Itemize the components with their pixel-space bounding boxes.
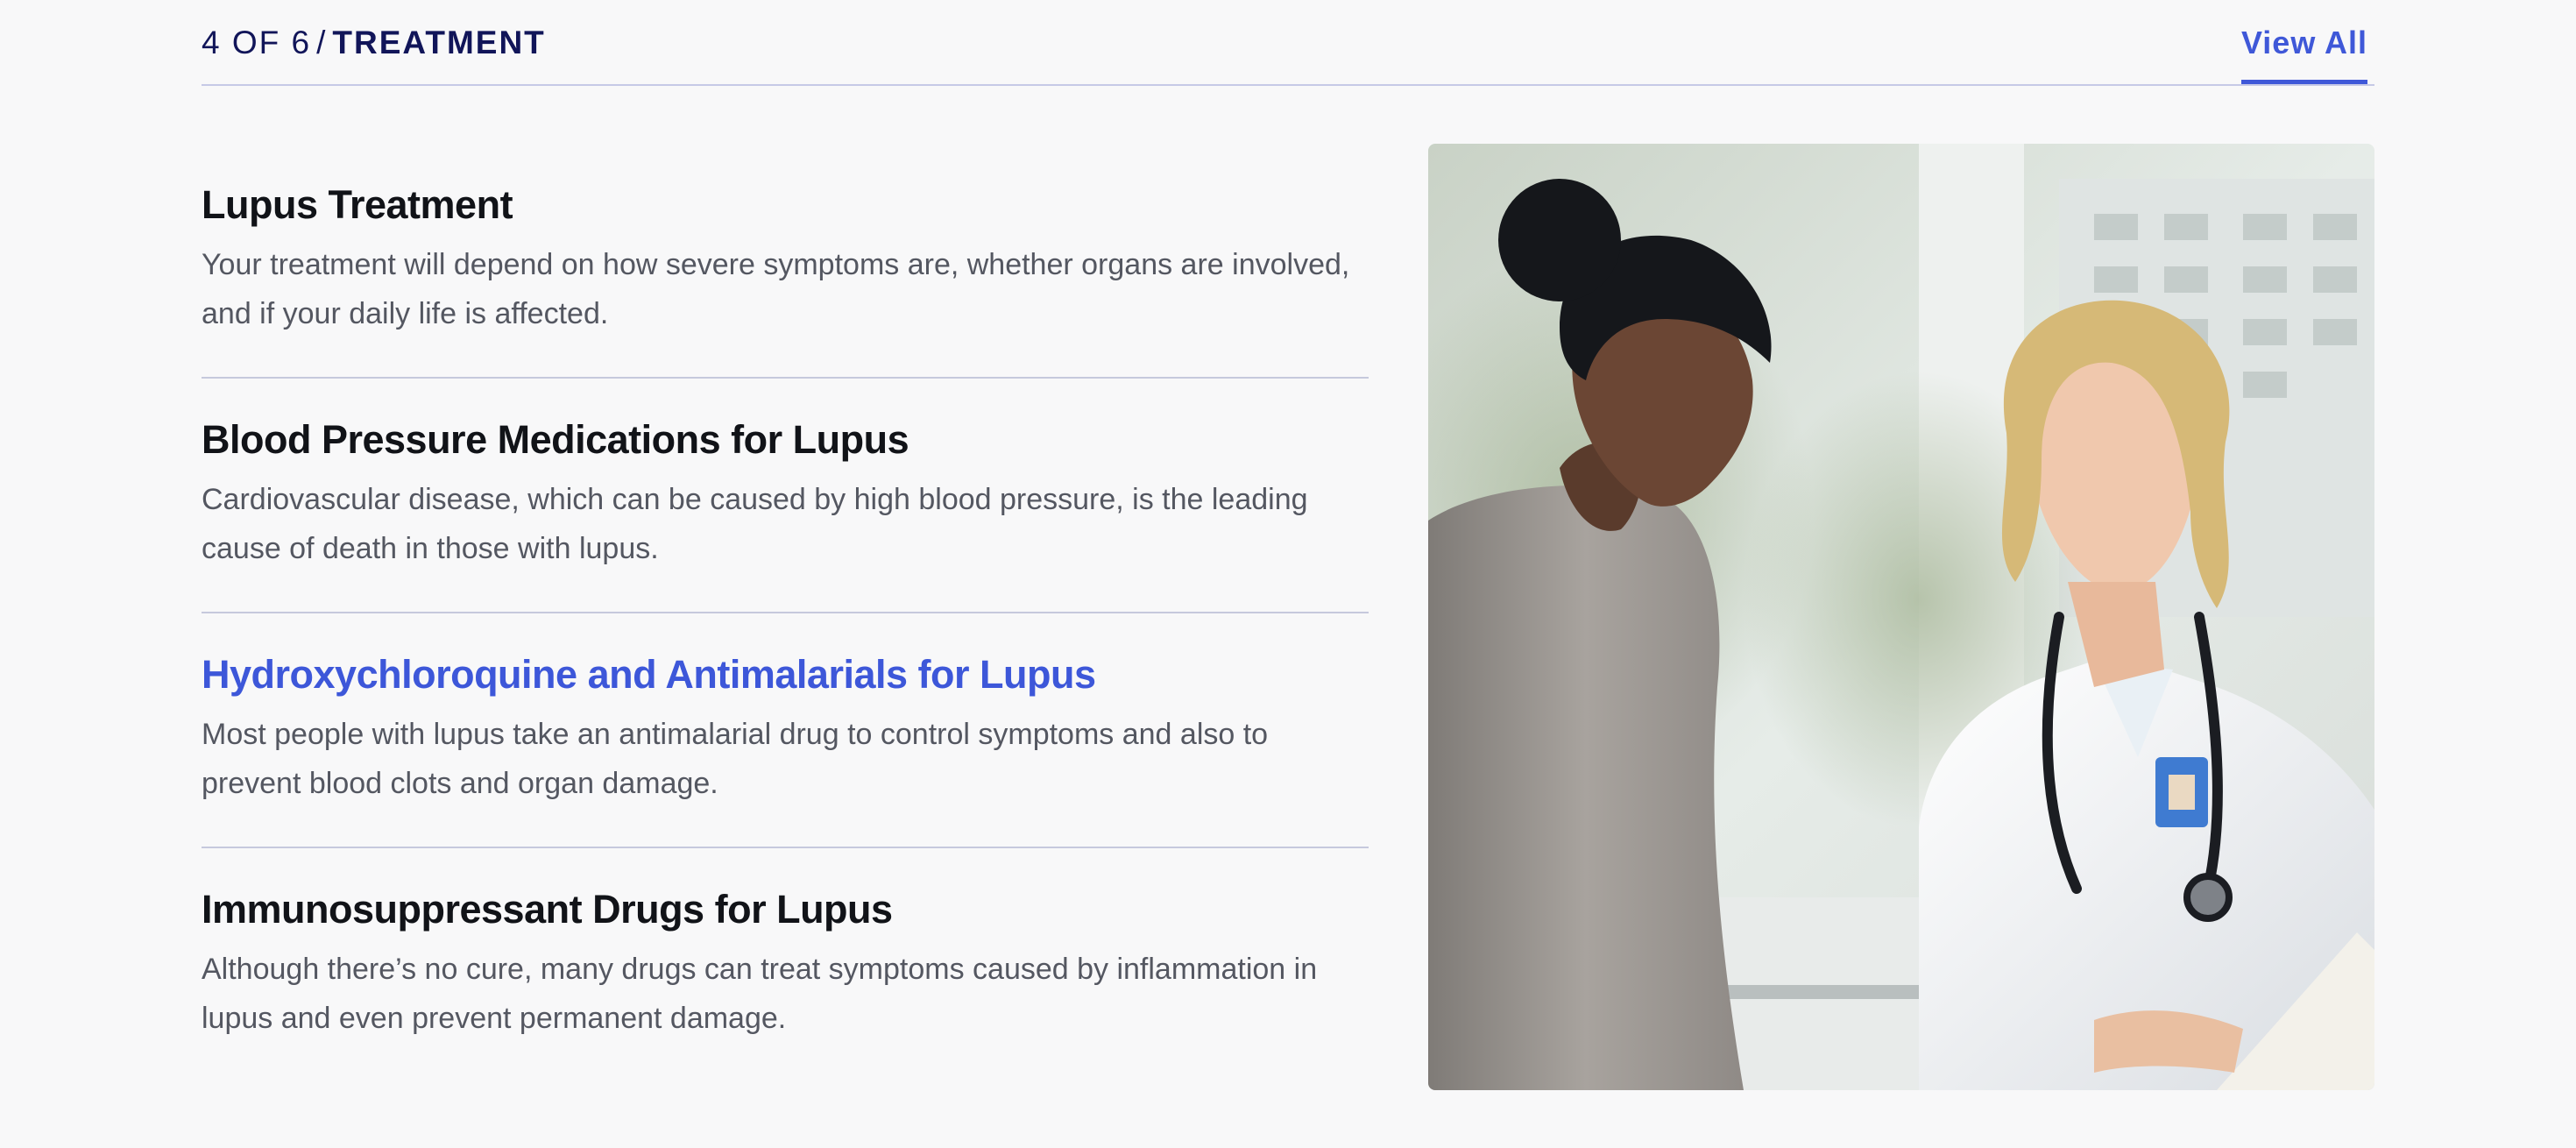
article-item-immunosuppressant-drugs[interactable]: Immunosuppressant Drugs for Lupus Althou… xyxy=(202,848,1369,1083)
article-item-lupus-treatment[interactable]: Lupus Treatment Your treatment will depe… xyxy=(202,144,1369,379)
article-item-blood-pressure-medications[interactable]: Blood Pressure Medications for Lupus Car… xyxy=(202,379,1369,613)
article-description: Your treatment will depend on how severe… xyxy=(202,248,1350,330)
article-photo[interactable] xyxy=(1428,144,2374,1090)
view-all-link[interactable]: View All xyxy=(2240,25,2367,84)
breadcrumb-separator: / xyxy=(316,25,328,60)
section-container: 4 OF 6/TREATMENT View All Lupus Treatmen… xyxy=(202,0,2374,1148)
section-header: 4 OF 6/TREATMENT View All xyxy=(202,0,2374,86)
article-title[interactable]: Blood Pressure Medications for Lupus xyxy=(202,417,909,463)
article-item-hydroxychloroquine[interactable]: Hydroxychloroquine and Antimalarials for… xyxy=(202,613,1369,848)
article-title[interactable]: Hydroxychloroquine and Antimalarials for… xyxy=(202,652,1096,698)
doctor-patient-illustration xyxy=(1428,144,2374,1090)
article-description: Most people with lupus take an antimalar… xyxy=(202,718,1269,800)
article-list: Lupus Treatment Your treatment will depe… xyxy=(202,144,1369,1083)
article-title[interactable]: Immunosuppressant Drugs for Lupus xyxy=(202,887,893,932)
breadcrumb-section: TREATMENT xyxy=(332,25,546,60)
article-description: Although there’s no cure, many drugs can… xyxy=(202,953,1318,1035)
breadcrumb: 4 OF 6/TREATMENT xyxy=(202,25,546,61)
breadcrumb-position: 4 OF 6 xyxy=(202,25,312,60)
article-title[interactable]: Lupus Treatment xyxy=(202,182,513,228)
article-description: Cardiovascular disease, which can be cau… xyxy=(202,483,1308,565)
